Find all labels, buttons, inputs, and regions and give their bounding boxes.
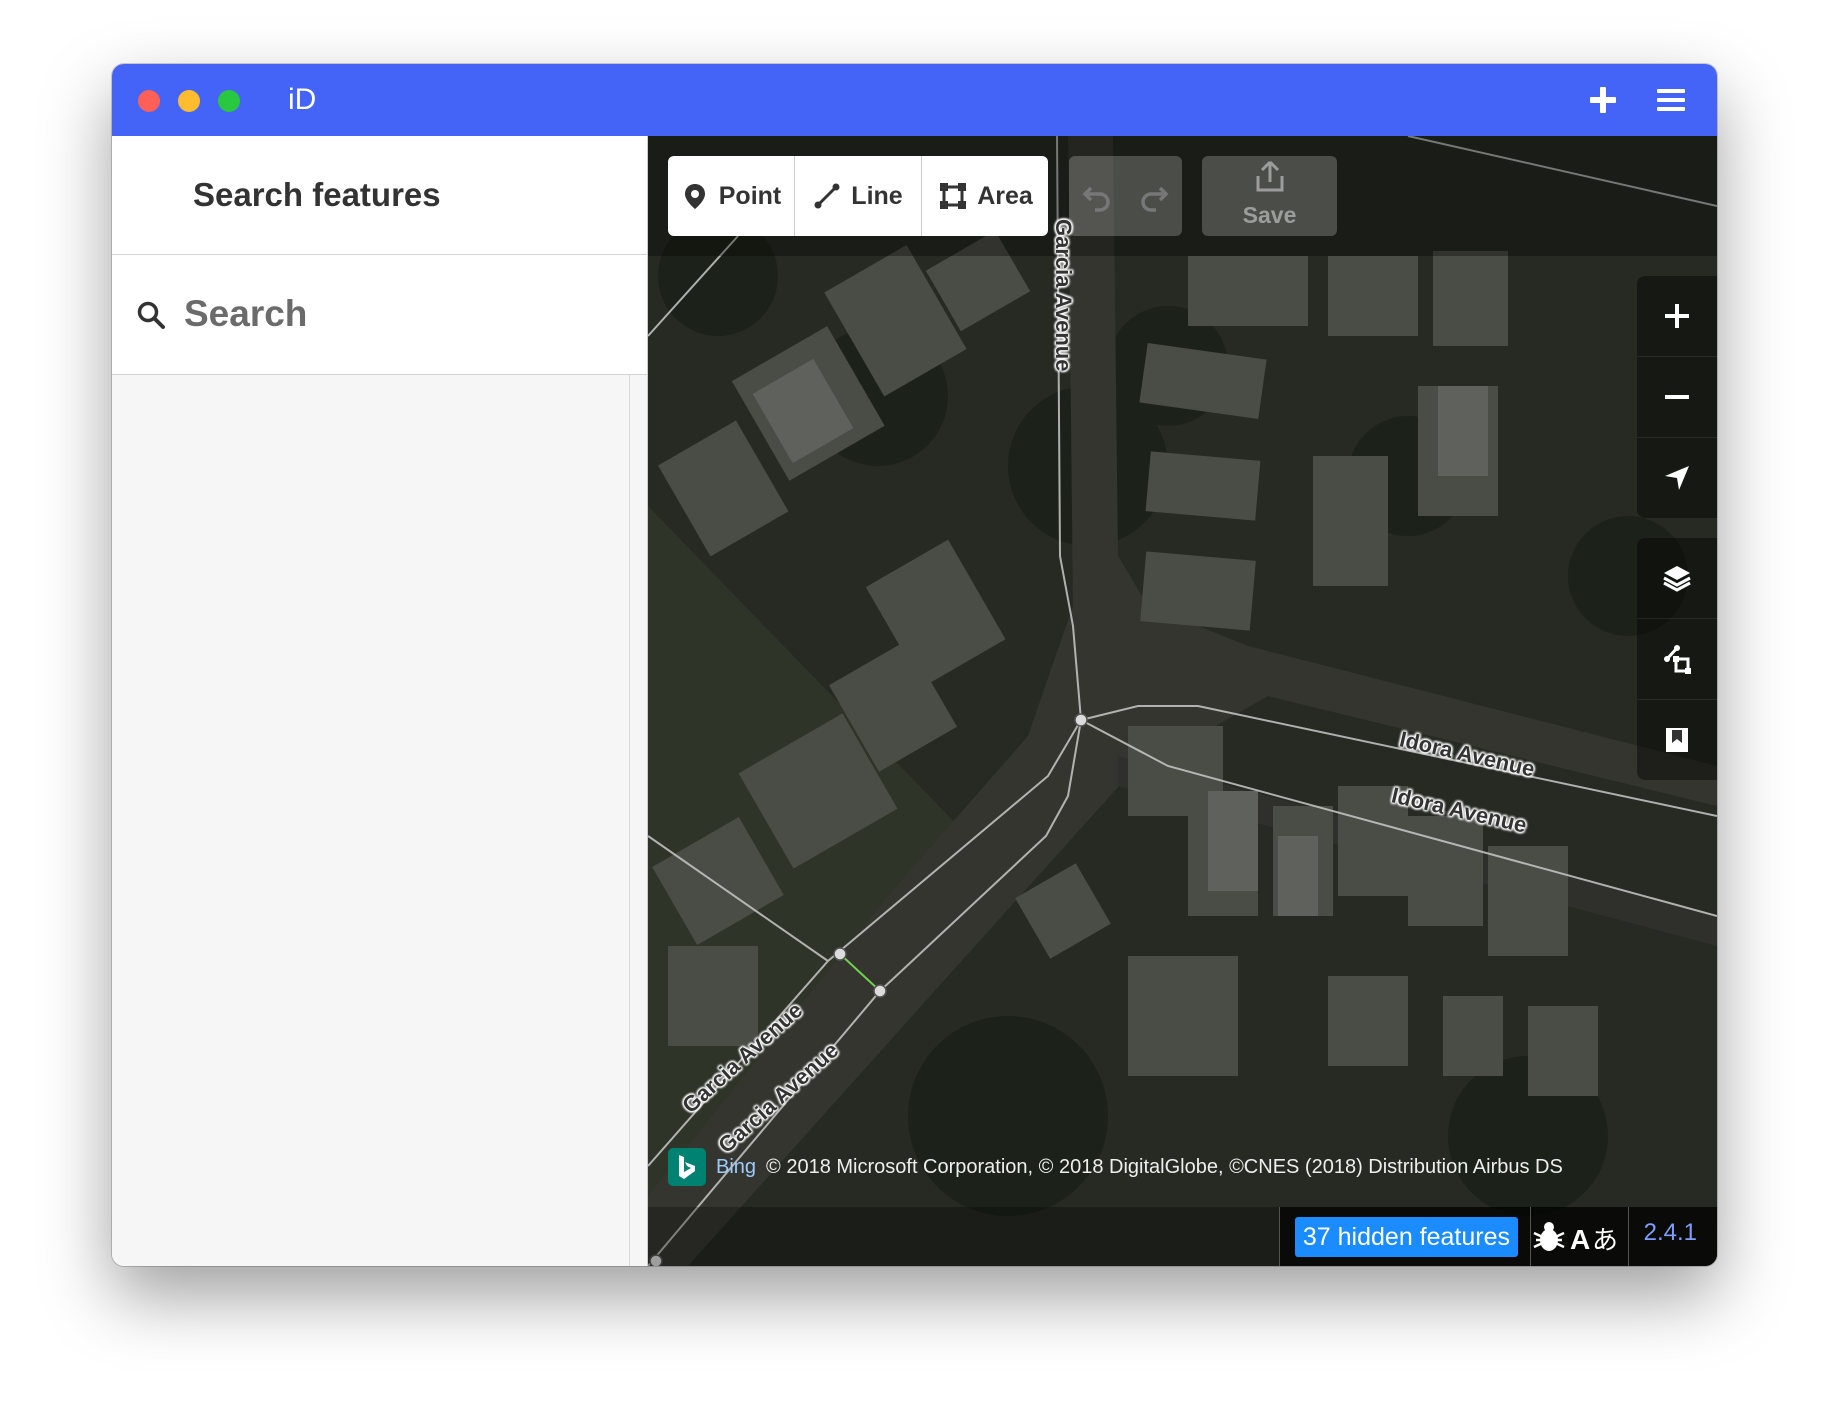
close-button[interactable] xyxy=(138,90,160,112)
translate-icon[interactable]: A あ xyxy=(1570,1224,1618,1255)
sidebar-scrollbar[interactable] xyxy=(629,374,630,1266)
aerial-imagery xyxy=(648,136,1717,1266)
mode-buttons: Point Line Area xyxy=(668,156,1048,236)
upload-icon xyxy=(1256,160,1284,192)
title-bar: iD xyxy=(112,64,1717,136)
app-title: iD xyxy=(288,83,317,116)
background-layers-button[interactable] xyxy=(1637,538,1717,618)
area-icon xyxy=(940,183,967,209)
map-data-icon xyxy=(1664,645,1691,674)
zoom-out-icon xyxy=(1665,395,1689,399)
area-label: Area xyxy=(977,181,1033,210)
version-label[interactable]: 2.4.1 xyxy=(1644,1219,1697,1247)
bug-icon[interactable] xyxy=(1533,1222,1565,1251)
line-label: Line xyxy=(851,181,903,210)
search-bar xyxy=(112,255,647,375)
map-view[interactable]: Point Line Area Save Garcia Avenue Idora… xyxy=(648,136,1717,1266)
sidebar-header: Search features xyxy=(112,136,647,255)
add-point-button[interactable]: Point xyxy=(668,156,795,236)
geolocate-button[interactable] xyxy=(1637,437,1717,518)
zoom-button[interactable] xyxy=(218,90,240,112)
bing-logo[interactable] xyxy=(668,1148,706,1186)
bing-icon xyxy=(679,1155,695,1179)
sidebar-title: Search features xyxy=(193,176,441,213)
redo-icon[interactable] xyxy=(1138,180,1170,212)
undo-redo-group xyxy=(1069,156,1182,236)
footer-icon-group: A あ xyxy=(1533,1222,1618,1255)
add-area-button[interactable]: Area xyxy=(922,156,1048,236)
zoom-out-button[interactable] xyxy=(1637,356,1717,437)
panel-controls xyxy=(1637,538,1717,780)
point-label: Point xyxy=(718,181,782,210)
plus-icon[interactable] xyxy=(1585,82,1621,118)
search-input[interactable] xyxy=(182,283,616,345)
svg-text:A: A xyxy=(1570,1224,1590,1255)
layers-icon xyxy=(1663,566,1691,592)
hamburger-menu-icon[interactable] xyxy=(1653,82,1689,118)
map-marker-icon xyxy=(684,184,705,209)
app-window: iD Search features Search Point Line Are… xyxy=(112,64,1717,1266)
search-icon xyxy=(137,301,165,329)
issues-button[interactable] xyxy=(1637,699,1717,780)
save-label: Save xyxy=(1242,202,1297,228)
map-footer: 37 hidden features A あ 2.4.1 xyxy=(648,1207,1717,1266)
svg-text:あ: あ xyxy=(1592,1226,1618,1255)
zoom-in-button[interactable] xyxy=(1637,276,1717,356)
save-button[interactable]: Save xyxy=(1202,156,1337,236)
hidden-features-badge[interactable]: 37 hidden features xyxy=(1294,1217,1518,1257)
footer-divider xyxy=(1279,1207,1280,1266)
sidebar: Search features xyxy=(112,136,648,1266)
imagery-attribution: Bing © 2018 Microsoft Corporation, © 201… xyxy=(668,1147,1563,1187)
add-line-button[interactable]: Line xyxy=(795,156,922,236)
geolocate-icon xyxy=(1665,466,1689,490)
map-controls xyxy=(1637,276,1717,800)
minimize-button[interactable] xyxy=(178,90,200,112)
zoom-controls xyxy=(1637,276,1717,518)
attribution-provider[interactable]: Bing xyxy=(716,1156,756,1179)
map-data-button[interactable] xyxy=(1637,618,1717,699)
road-label: Garcia Avenue xyxy=(1051,219,1076,372)
line-icon xyxy=(814,183,840,209)
attribution-text: © 2018 Microsoft Corporation, © 2018 Dig… xyxy=(766,1155,1563,1178)
footer-divider xyxy=(1530,1207,1531,1266)
issues-icon xyxy=(1666,728,1688,752)
zoom-in-icon xyxy=(1665,304,1689,328)
undo-icon[interactable] xyxy=(1081,180,1113,212)
footer-status: 37 hidden features A あ 2.4.1 xyxy=(1279,1207,1717,1266)
footer-divider xyxy=(1628,1207,1629,1266)
